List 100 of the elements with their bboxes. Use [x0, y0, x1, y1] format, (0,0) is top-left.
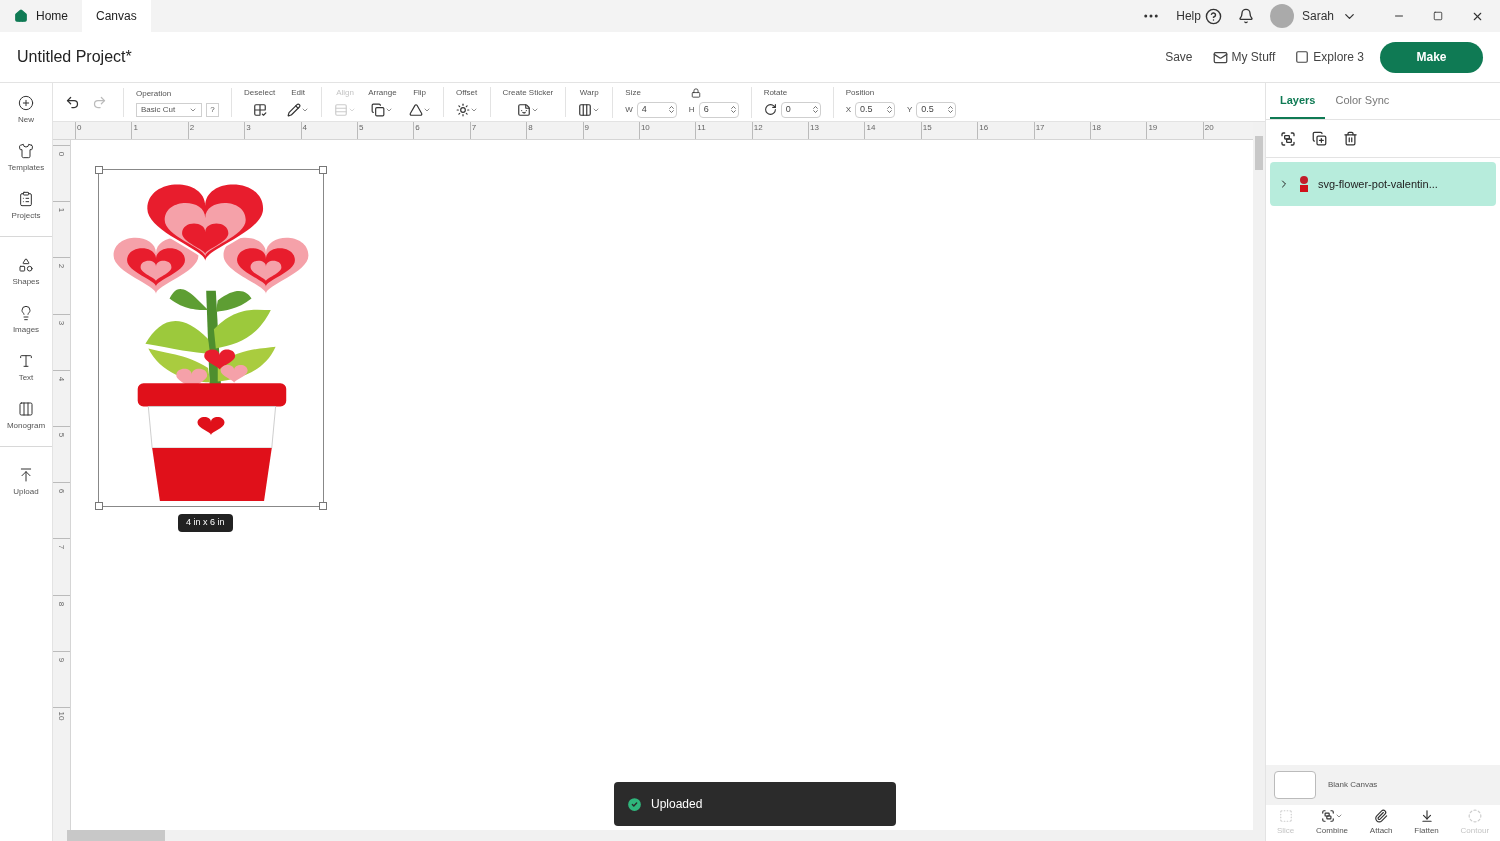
ruler-number: 3: [56, 320, 68, 325]
sidebar-item[interactable]: Upload: [13, 467, 39, 498]
blank-canvas-label: Blank Canvas: [1328, 779, 1378, 791]
user-menu[interactable]: Sarah: [1269, 4, 1357, 28]
shapes-icon: [18, 257, 34, 273]
panel-tab[interactable]: Color Sync: [1325, 83, 1400, 119]
y-field[interactable]: 0.5: [916, 101, 957, 118]
sidebar-item[interactable]: Images: [12, 305, 40, 336]
help-button[interactable]: Help: [1176, 7, 1222, 25]
ruler-number: 6: [56, 488, 68, 494]
tool-button[interactable]: Flip: [408, 87, 431, 117]
notification-icon[interactable]: [1237, 8, 1254, 24]
layer-thumbnail: [1298, 176, 1310, 192]
ruler-number: 12: [753, 123, 763, 132]
sidebar-item[interactable]: Monogram: [6, 401, 46, 432]
mail-icon: [1212, 49, 1228, 65]
paperclip-icon: [1374, 809, 1389, 823]
size-tooltip: 4 in x 6 in: [178, 514, 233, 532]
panel-tab[interactable]: Layers: [1270, 83, 1326, 119]
layer-name: svg-flower-pot-valentin...: [1318, 176, 1438, 192]
horizontal-scrollbar[interactable]: [53, 830, 1253, 841]
rotate-field[interactable]: 0: [780, 101, 821, 118]
operation-dropdown[interactable]: Basic Cut: [136, 102, 202, 117]
ruler-number: 2: [56, 264, 68, 269]
tool-button[interactable]: Warp: [565, 87, 601, 117]
ruler-number: 2: [189, 123, 195, 132]
ruler-number: 1: [56, 207, 68, 213]
save-button[interactable]: Save: [1165, 48, 1193, 66]
help-icon: [1204, 7, 1222, 25]
undo-icon[interactable]: [65, 94, 80, 110]
lock-icon[interactable]: [690, 87, 701, 98]
columns-icon: [18, 401, 34, 417]
dashed-circle-icon: [1467, 809, 1482, 823]
delete-icon[interactable]: [1343, 131, 1358, 146]
group-icon[interactable]: [1280, 130, 1296, 147]
my-stuff-button[interactable]: My Stuff: [1212, 48, 1276, 66]
sun-icon: [455, 103, 470, 117]
ruler-number: 20: [1204, 123, 1214, 132]
rotate-icon[interactable]: [763, 103, 777, 116]
rows-icon: [334, 103, 349, 117]
sidebar-item[interactable]: New: [18, 95, 34, 126]
sidebar-item[interactable]: Shapes: [12, 257, 40, 288]
ruler-number: 13: [810, 123, 819, 132]
columns-icon: [578, 103, 593, 117]
ruler-number: 7: [56, 545, 68, 550]
lightbulb-icon: [18, 305, 34, 321]
stepper-icon[interactable]: [666, 105, 676, 114]
tool-button[interactable]: Offset: [442, 87, 478, 117]
x-field[interactable]: 0.5: [854, 101, 895, 118]
ruler-number: 9: [584, 123, 589, 132]
ruler-number: 6: [415, 123, 420, 132]
ruler-number: 4: [56, 376, 68, 381]
clipboard-icon: [18, 191, 34, 207]
width-field[interactable]: 4: [636, 101, 677, 118]
tool-button[interactable]: Arrange: [368, 87, 397, 117]
rotate-label: Rotate: [763, 86, 789, 99]
tool-button[interactable]: Deselect: [244, 87, 276, 117]
ruler-number: 10: [640, 123, 650, 132]
action-button[interactable]: Flatten: [1414, 809, 1439, 837]
sidebar-item[interactable]: Projects: [11, 191, 41, 222]
ruler-number: 14: [866, 123, 876, 132]
x-label: X: [845, 103, 851, 116]
vertical-scrollbar[interactable]: [1253, 122, 1265, 841]
upload-icon: [18, 467, 34, 483]
help-button[interactable]: ?: [206, 102, 219, 117]
app-tab[interactable]: Canvas: [82, 0, 151, 32]
sidebar-item[interactable]: Templates: [7, 143, 45, 174]
ruler-number: 5: [358, 123, 364, 132]
action-button[interactable]: Combine: [1316, 809, 1349, 837]
stepper-icon[interactable]: [810, 105, 820, 114]
stepper-icon[interactable]: [728, 105, 738, 114]
ruler-number: 15: [922, 123, 932, 132]
plus-icon: [18, 95, 34, 111]
dashed-square-icon: [1278, 809, 1293, 823]
layer-row[interactable]: svg-flower-pot-valentin...: [1270, 162, 1496, 206]
ruler-number: 9: [56, 657, 68, 662]
maximize-icon[interactable]: [1433, 11, 1443, 21]
ruler-number: 1: [133, 123, 138, 132]
sidebar-item[interactable]: Text: [18, 353, 34, 384]
group-icon: [1321, 809, 1336, 823]
ruler-number: 0: [77, 123, 82, 132]
action-button[interactable]: Attach: [1369, 809, 1393, 837]
height-field[interactable]: 6: [698, 101, 739, 118]
ruler-number: 16: [979, 123, 989, 132]
make-button[interactable]: Make: [1380, 41, 1483, 73]
stepper-icon[interactable]: [884, 105, 894, 114]
ruler-number: 10: [56, 711, 68, 721]
sticker-icon: [516, 103, 531, 117]
tool-button[interactable]: Edit: [287, 87, 310, 117]
canvas-swatch[interactable]: [1274, 771, 1316, 799]
tool-button[interactable]: Create Sticker: [489, 87, 554, 117]
app-tab[interactable]: Home: [0, 0, 82, 32]
duplicate-icon[interactable]: [1312, 131, 1327, 146]
ruler-number: 17: [1035, 123, 1045, 132]
explore-button[interactable]: Explore 3: [1295, 48, 1364, 66]
toast-message: Uploaded: [651, 796, 703, 813]
download-icon: [1419, 809, 1434, 823]
stepper-icon[interactable]: [946, 105, 956, 114]
triangle-icon: [408, 103, 423, 117]
ruler-number: 19: [1148, 123, 1158, 132]
